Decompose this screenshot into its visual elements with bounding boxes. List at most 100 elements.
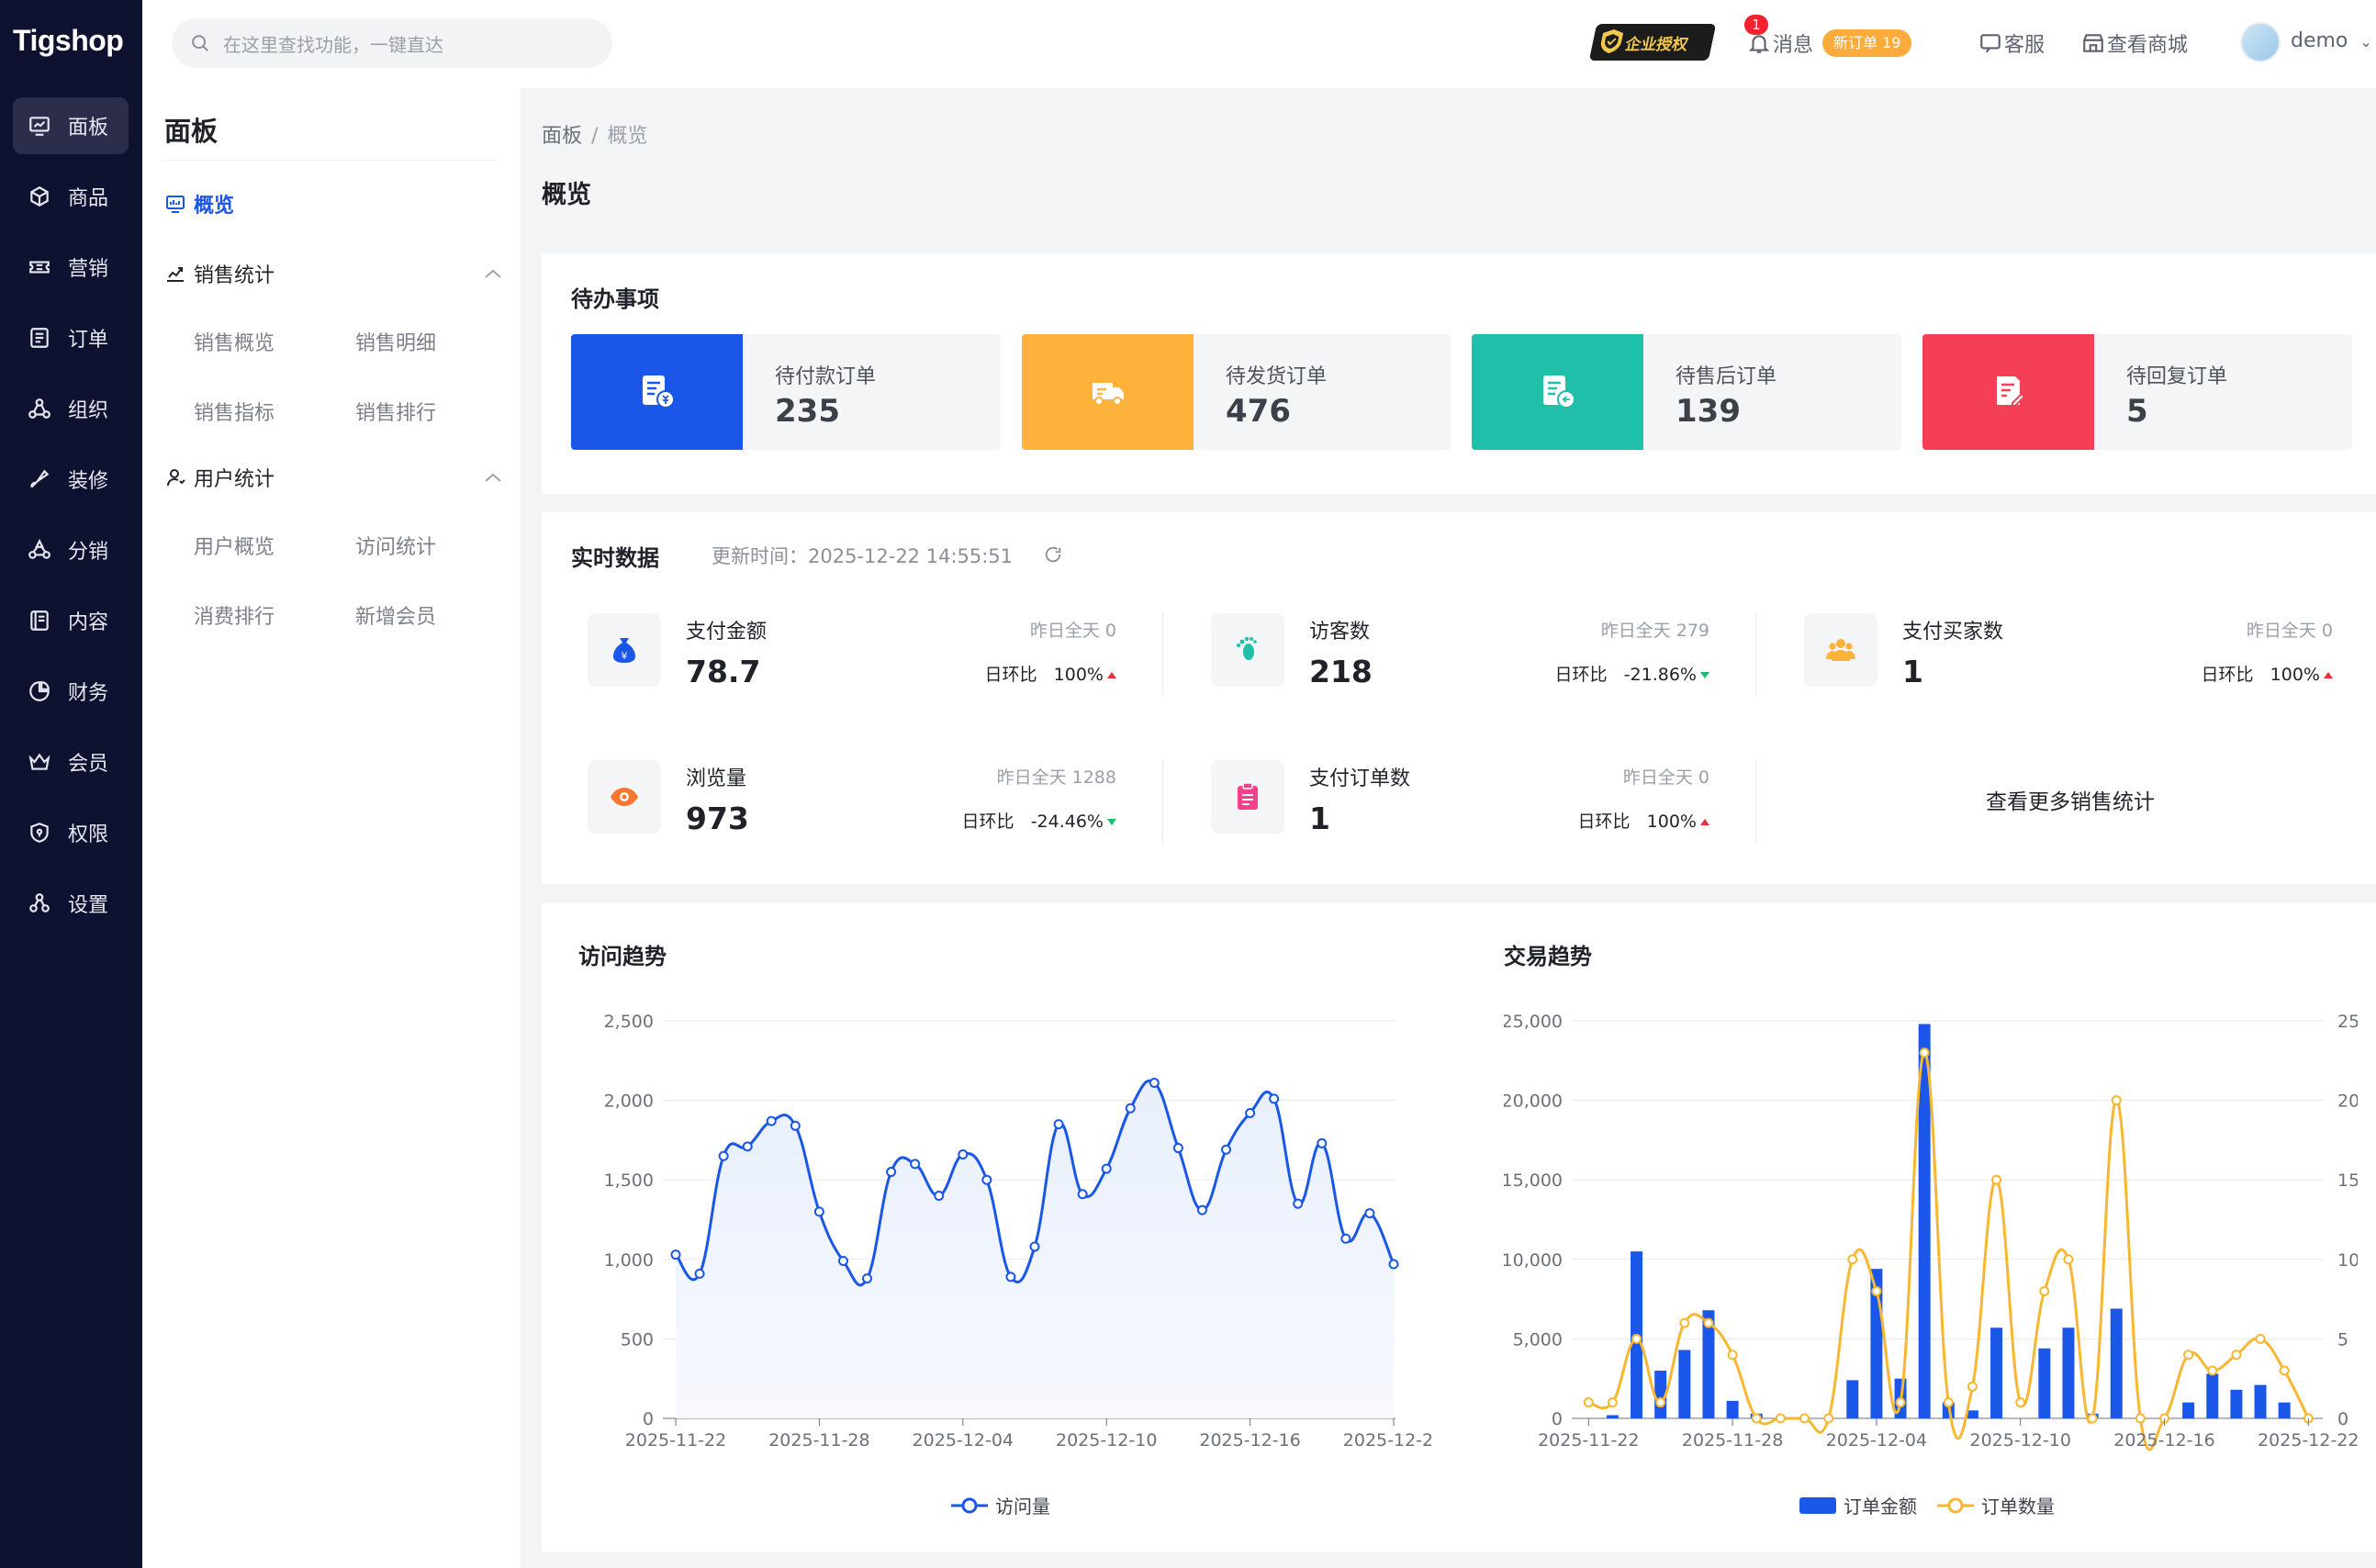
- search-input[interactable]: 在这里查找功能，一键直达: [172, 18, 612, 68]
- stat-icon-box: [1804, 613, 1877, 687]
- x-tick-label: 2025-11-28: [1682, 1430, 1783, 1450]
- new-order-badge[interactable]: 新订单 19: [1822, 29, 1912, 57]
- sub-link-sales-indicator[interactable]: 销售指标: [194, 397, 275, 426]
- nav-item-order[interactable]: 订单: [13, 309, 129, 366]
- visit-point: [837, 1256, 848, 1267]
- x-tick-label: 2025-12-16: [2113, 1430, 2214, 1450]
- x-tick-label: 2025-12-10: [1056, 1430, 1157, 1450]
- coupon-icon: [29, 261, 50, 274]
- nav-item-label: 权限: [68, 823, 109, 846]
- ratio-label: 日环比: [1577, 812, 1631, 832]
- y-tick-label: 10,000: [1504, 1250, 1563, 1271]
- username: demo: [2291, 29, 2348, 52]
- eye-icon: [611, 788, 638, 806]
- refresh-icon[interactable]: [1043, 544, 1063, 565]
- customer-service-button[interactable]: 客服: [1978, 28, 2045, 59]
- todo-count: 5: [2126, 393, 2148, 430]
- search-placeholder: 在这里查找功能，一键直达: [223, 33, 443, 56]
- group-label: 销售统计: [194, 264, 275, 287]
- nav-item-org[interactable]: 组织: [13, 380, 129, 437]
- more-sales-stats-link[interactable]: 查看更多销售统计: [1986, 784, 2155, 815]
- chevron-up-icon[interactable]: [484, 268, 502, 279]
- count-point: [2207, 1365, 2218, 1376]
- breadcrumb-current: 概览: [607, 125, 648, 148]
- sub-link-new-members[interactable]: 新增会员: [355, 600, 436, 630]
- stat-paying-buyers: 支付买家数 1 昨日全天 0 日环比 100%: [1804, 613, 2333, 705]
- divider: [1755, 613, 1756, 696]
- count-point: [1583, 1397, 1594, 1408]
- sub-link-visit-stats[interactable]: 访问统计: [355, 531, 436, 560]
- sub-link-sales-overview[interactable]: 销售概览: [194, 327, 275, 356]
- nav-item-label: 分销: [68, 541, 109, 564]
- nav-item-product[interactable]: 商品: [13, 168, 129, 225]
- chevron-up-icon[interactable]: [484, 472, 502, 483]
- amount-bar: [2254, 1384, 2267, 1418]
- page-title: 概览: [542, 181, 591, 209]
- count-point: [1655, 1397, 1666, 1408]
- nav-item-decorate[interactable]: 装修: [13, 451, 129, 508]
- sub-link-sales-detail[interactable]: 销售明细: [355, 327, 436, 356]
- count-point: [2039, 1285, 2050, 1296]
- sub-link-user-overview[interactable]: 用户概览: [194, 531, 275, 560]
- stat-value: 1: [1309, 801, 1330, 836]
- count-point: [1703, 1317, 1714, 1328]
- group-sales-stats[interactable]: 销售统计: [164, 259, 275, 288]
- group-user-stats[interactable]: 用户统计: [164, 463, 275, 492]
- stat-yesterday: 昨日全天 1288: [996, 767, 1116, 788]
- todo-item-aftersale[interactable]: 待售后订单 139: [1472, 334, 1901, 450]
- sub-link-sales-ranking[interactable]: 销售排行: [355, 397, 436, 426]
- money-bag-icon: ¥: [613, 638, 635, 663]
- y2-tick-label: 25: [2337, 1012, 2358, 1032]
- nav-item-member[interactable]: 会员: [13, 734, 129, 790]
- nav-item-marketing[interactable]: 营销: [13, 239, 129, 296]
- y2-tick-label: 5: [2337, 1329, 2348, 1350]
- divider: [164, 160, 499, 161]
- breadcrumb: 面板 / 概览: [542, 119, 647, 149]
- todo-icon-box: [1472, 334, 1643, 450]
- nav-item-finance[interactable]: 财务: [13, 663, 129, 720]
- nav-item-dashboard[interactable]: 面板: [13, 97, 129, 154]
- todo-icon-box: [1022, 334, 1194, 450]
- y-tick-label: 5,000: [1513, 1329, 1563, 1350]
- nav-item-settings[interactable]: 设置: [13, 875, 129, 932]
- enterprise-badge-label: 企业授权: [1623, 35, 1690, 54]
- ratio-label: 日环比: [984, 665, 1037, 685]
- nav-item-label: 会员: [68, 753, 109, 776]
- visit-legend[interactable]: 访问量: [951, 1492, 1050, 1518]
- y2-tick-label: 0: [2337, 1409, 2348, 1429]
- amount-bar: [1990, 1327, 2003, 1418]
- nav-item-label: 营销: [68, 258, 109, 281]
- trade-legend[interactable]: 订单金额 订单数量: [1799, 1492, 2055, 1518]
- enterprise-badge[interactable]: 企业授权: [1588, 24, 1717, 61]
- y-tick-label: 1,000: [604, 1250, 654, 1271]
- breadcrumb-root[interactable]: 面板: [542, 125, 582, 148]
- amount-bar: [1606, 1415, 1619, 1418]
- sub-link-consume-ranking[interactable]: 消费排行: [194, 600, 275, 630]
- count-point: [1871, 1285, 1882, 1296]
- todo-title: 待办事项: [571, 286, 659, 312]
- nav-item-content[interactable]: 内容: [13, 592, 129, 649]
- share-icon: [28, 538, 50, 559]
- todo-item-unshipped[interactable]: 待发货订单 476: [1022, 334, 1451, 450]
- view-store-button[interactable]: 查看商城: [2081, 28, 2188, 59]
- shield-icon: [30, 823, 49, 843]
- user-avatar[interactable]: [2240, 22, 2281, 62]
- user-menu[interactable]: demo ⌄: [2291, 29, 2372, 52]
- ratio-value: 100%: [2270, 665, 2320, 685]
- visit-point: [910, 1159, 921, 1170]
- todo-icon-box: [1922, 334, 2094, 450]
- sub-item-overview[interactable]: 概览: [164, 189, 234, 218]
- document-icon: [30, 610, 49, 631]
- todo-item-unpaid[interactable]: 待付款订单 235: [571, 334, 1001, 450]
- pie-icon: [29, 681, 50, 701]
- update-time: 更新时间：2025-12-22 14:55:51: [712, 545, 1014, 567]
- nav-item-distribution[interactable]: 分销: [13, 521, 129, 578]
- nav-item-permission[interactable]: 权限: [13, 804, 129, 861]
- todo-item-reply[interactable]: 待回复订单 5: [1922, 334, 2352, 450]
- trend-down-icon: [1107, 819, 1116, 825]
- user-icon: [167, 469, 185, 487]
- settings-icon: [29, 893, 50, 913]
- stat-yesterday: 昨日全天 0: [1029, 621, 1116, 641]
- count-point: [2087, 1413, 2098, 1424]
- y2-tick-label: 20: [2337, 1092, 2358, 1112]
